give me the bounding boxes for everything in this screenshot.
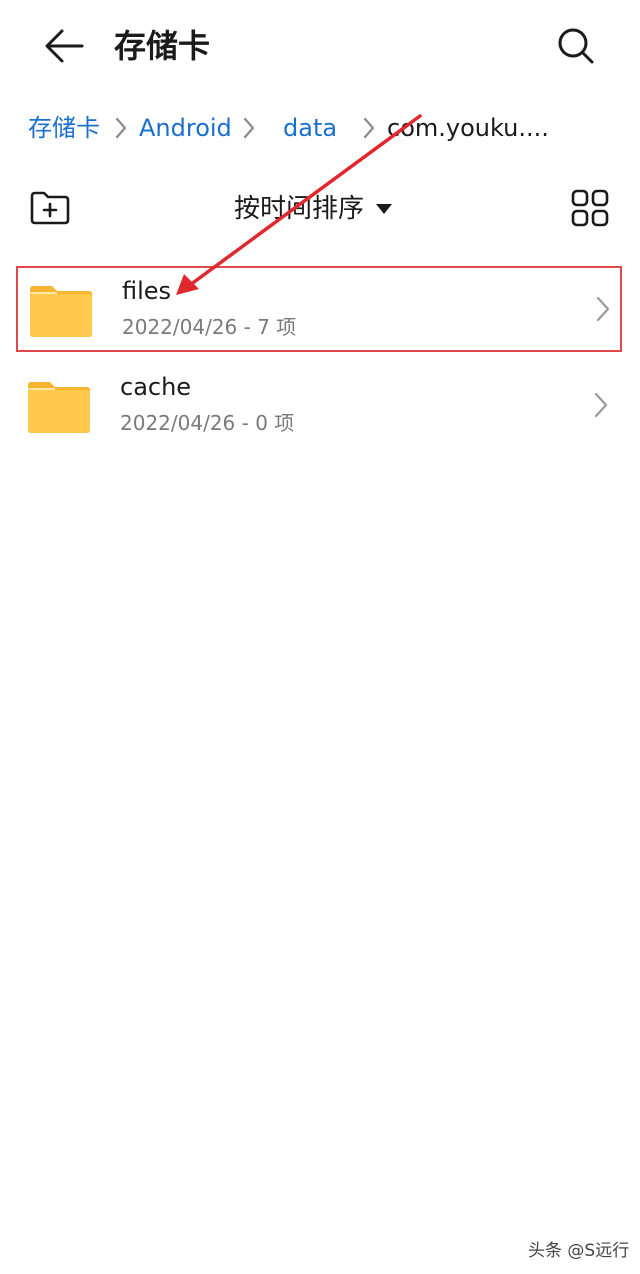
grid-view-icon xyxy=(571,189,609,227)
search-icon xyxy=(558,28,594,64)
file-name: cache xyxy=(120,373,192,401)
sort-dropdown[interactable]: 按时间排序 xyxy=(234,188,393,230)
watermark: 头条 @S远行 xyxy=(528,1241,630,1261)
file-meta: 2022/04/26 - 0 项 xyxy=(120,411,295,435)
page-title: 存储卡 xyxy=(114,27,211,65)
sort-label: 按时间排序 xyxy=(234,194,365,224)
breadcrumb-item-storage-card[interactable]: 存储卡 xyxy=(28,106,100,150)
file-meta: 2022/04/26 - 7 项 xyxy=(122,315,297,339)
back-button[interactable] xyxy=(40,24,88,68)
chevron-right-icon xyxy=(115,117,127,139)
list-item-cache[interactable]: cache 2022/04/26 - 0 项 xyxy=(16,364,622,450)
breadcrumb-item-current: com.youku.... xyxy=(387,114,549,142)
header-bar: 存储卡 xyxy=(0,0,640,92)
caret-down-icon xyxy=(376,204,393,214)
breadcrumb-item-data[interactable]: data xyxy=(283,106,337,150)
folder-icon xyxy=(28,382,90,433)
grid-view-button[interactable] xyxy=(570,188,610,228)
chevron-right-icon xyxy=(596,296,610,322)
new-folder-icon xyxy=(30,191,70,225)
arrow-left-icon xyxy=(45,29,84,63)
breadcrumb: 存储卡 Android data com.youku.... xyxy=(0,106,640,150)
search-button[interactable] xyxy=(552,22,600,70)
list-item-files[interactable]: files 2022/04/26 - 7 项 xyxy=(16,266,622,352)
chevron-right-icon xyxy=(594,392,608,418)
file-name: files xyxy=(122,277,172,305)
folder-icon xyxy=(30,286,92,337)
chevron-right-icon xyxy=(243,117,255,139)
chevron-right-icon xyxy=(363,117,375,139)
breadcrumb-item-android[interactable]: Android xyxy=(139,106,232,150)
new-folder-button[interactable] xyxy=(28,188,72,228)
